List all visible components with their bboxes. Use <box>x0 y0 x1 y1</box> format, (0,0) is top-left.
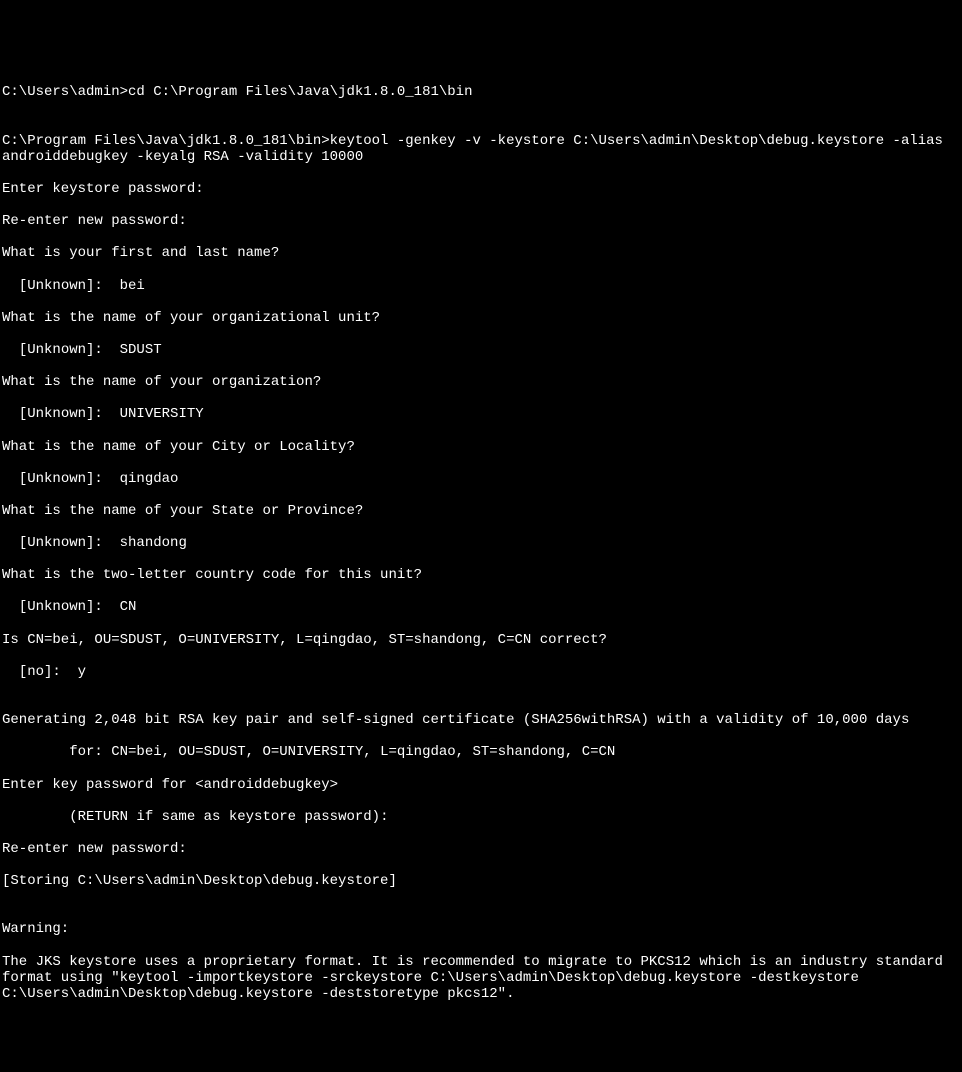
terminal-line: C:\Users\admin>cd C:\Program Files\Java\… <box>2 84 960 100</box>
terminal-line: What is the name of your organizational … <box>2 310 960 326</box>
terminal-line: [Unknown]: bei <box>2 278 960 294</box>
terminal-line: [no]: y <box>2 664 960 680</box>
terminal-line: [Unknown]: shandong <box>2 535 960 551</box>
terminal-line: [Unknown]: UNIVERSITY <box>2 406 960 422</box>
terminal-line: Warning: <box>2 921 960 937</box>
terminal-line: [Unknown]: CN <box>2 599 960 615</box>
terminal-line: [Storing C:\Users\admin\Desktop\debug.ke… <box>2 873 960 889</box>
terminal-line: [Unknown]: qingdao <box>2 471 960 487</box>
terminal-line: What is the two-letter country code for … <box>2 567 960 583</box>
terminal-line: Enter key password for <androiddebugkey> <box>2 777 960 793</box>
terminal-line: for: CN=bei, OU=SDUST, O=UNIVERSITY, L=q… <box>2 744 960 760</box>
terminal-line: What is your first and last name? <box>2 245 960 261</box>
terminal-line: Re-enter new password: <box>2 841 960 857</box>
terminal-line: What is the name of your City or Localit… <box>2 439 960 455</box>
terminal-line: Generating 2,048 bit RSA key pair and se… <box>2 712 960 728</box>
terminal-line: [Unknown]: SDUST <box>2 342 960 358</box>
terminal-line: C:\Program Files\Java\jdk1.8.0_181\bin>k… <box>2 133 960 165</box>
terminal-line: (RETURN if same as keystore password): <box>2 809 960 825</box>
terminal-line: What is the name of your State or Provin… <box>2 503 960 519</box>
terminal-line: The JKS keystore uses a proprietary form… <box>2 954 960 1002</box>
terminal-output[interactable]: C:\Users\admin>cd C:\Program Files\Java\… <box>2 68 960 1018</box>
terminal-line: Enter keystore password: <box>2 181 960 197</box>
terminal-line: Re-enter new password: <box>2 213 960 229</box>
terminal-line: Is CN=bei, OU=SDUST, O=UNIVERSITY, L=qin… <box>2 632 960 648</box>
terminal-line: What is the name of your organization? <box>2 374 960 390</box>
